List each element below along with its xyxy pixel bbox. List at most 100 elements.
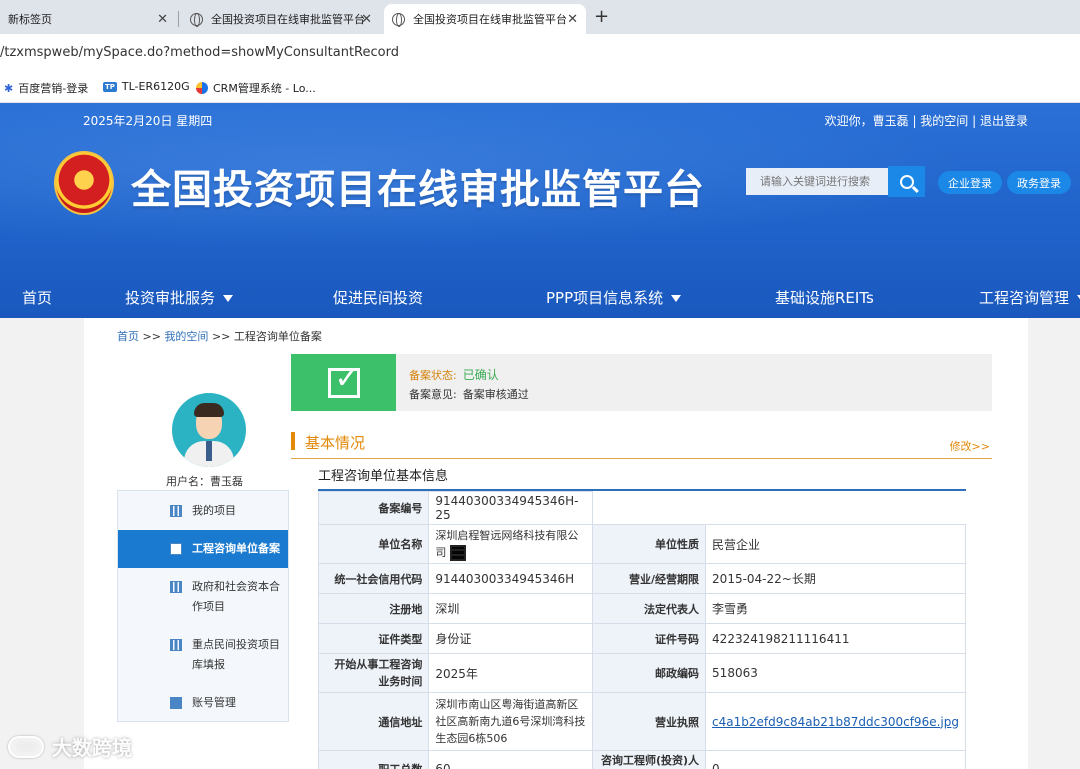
cell-value: 0	[705, 750, 966, 769]
cell-label: 注册地	[317, 593, 430, 624]
avatar-tie	[206, 441, 212, 461]
header-user-links: 欢迎你，曹玉磊 | 我的空间 | 退出登录	[824, 114, 1028, 128]
nav-home[interactable]: 首页	[22, 287, 52, 308]
status-opinion-label: 备案意见:	[409, 388, 457, 401]
tab-title: 新标签页	[8, 13, 52, 26]
table-row: 单位名称 深圳启程智远网络科技有限公司 单位性质 民营企业	[317, 524, 966, 564]
gov-login-button[interactable]: 政务登录	[1007, 171, 1071, 194]
sidemenu-ppp[interactable]: 政府和社会资本合作项目	[118, 575, 288, 619]
breadcrumb-space[interactable]: 我的空间	[164, 330, 208, 343]
cell-label: 开始从事工程咨询业务时间	[317, 653, 430, 693]
nav-label: PPP项目信息系统	[546, 289, 664, 307]
cell-value: 李雪勇	[705, 593, 966, 624]
bookmark-label: 百度营销-登录	[18, 82, 89, 95]
sidemenu-label: 工程咨询单位备案	[192, 542, 280, 555]
enterprise-login-button[interactable]: 企业登录	[938, 171, 1002, 194]
national-emblem-logo	[54, 151, 114, 215]
sidemenu-account[interactable]: 账号管理	[118, 691, 288, 715]
sidemenu-label: 我的项目	[192, 504, 236, 517]
browser-tab-bar: 新标签页 ✕ 全国投资项目在线审批监管平台 ✕ 全国投资项目在线审批监管平台 ✕…	[0, 0, 1080, 34]
section-header: 基本情况 修改>>	[291, 432, 992, 459]
browser-tab-platform-1[interactable]: 全国投资项目在线审批监管平台 ✕	[182, 4, 380, 34]
close-icon[interactable]: ✕	[361, 12, 372, 27]
sidemenu-private-investment[interactable]: 重点民间投资项目库填报	[118, 633, 288, 677]
grid-icon	[170, 505, 182, 517]
status-opinion-value: 备案审核通过	[462, 388, 529, 401]
new-tab-icon[interactable]: +	[594, 6, 609, 27]
cell-empty	[592, 491, 966, 525]
watermark: ◌◌ 大数跨境	[8, 732, 132, 761]
welcome-text: 欢迎你，曹玉磊	[824, 114, 909, 128]
breadcrumb-home[interactable]: 首页	[117, 330, 139, 343]
nav-private-investment[interactable]: 促进民间投资	[333, 287, 423, 308]
bookmark-crm[interactable]: CRM管理系统 - Lo...	[196, 80, 316, 96]
table-row: 备案编号 91440300334945346H-25	[317, 491, 966, 525]
cell-value: 60	[428, 750, 594, 769]
avatar-hair	[194, 403, 224, 417]
status-state-value: 已确认	[462, 368, 499, 382]
browser-tab-newtab[interactable]: 新标签页 ✕	[0, 4, 176, 34]
cell-value: 91440300334945346H-25	[428, 491, 594, 525]
cell-label: 邮政编码	[592, 653, 707, 693]
edit-link[interactable]: 修改>>	[950, 438, 990, 454]
close-icon[interactable]: ✕	[157, 12, 168, 27]
tab-title: 全国投资项目在线审批监管平台	[211, 13, 365, 26]
cell-value: 深圳市南山区粤海街道高新区社区高新南九道6号深圳湾科技生态园6栋506	[428, 692, 594, 751]
cell-value: 2025年	[428, 653, 594, 693]
search-icon	[899, 174, 914, 189]
table-row: 职工总数 60 咨询工程师(投资)人数 0	[317, 750, 966, 769]
cell-value: 深圳启程智远网络科技有限公司	[428, 524, 594, 564]
breadcrumb-sep: >>	[142, 330, 161, 343]
nav-investment-approval[interactable]: 投资审批服务	[125, 287, 234, 308]
sidemenu-my-projects[interactable]: 我的项目	[118, 499, 288, 523]
bookmark-tplink[interactable]: TP TL-ER6120G	[103, 80, 190, 93]
nav-reits[interactable]: 基础设施REITs	[775, 287, 874, 308]
cell-label: 法定代表人	[592, 593, 707, 624]
nav-label: 促进民间投资	[333, 289, 424, 307]
bookmark-label: TL-ER6120G	[121, 80, 190, 93]
cell-value: 518063	[705, 653, 966, 693]
tab-divider	[178, 11, 179, 27]
qr-code-icon[interactable]	[450, 545, 467, 561]
search-button[interactable]	[888, 166, 925, 197]
globe-icon	[392, 12, 405, 27]
table-row: 开始从事工程咨询业务时间 2025年 邮政编码 518063	[317, 653, 966, 693]
cell-label: 单位名称	[317, 524, 430, 564]
status-state: 备案状态: 已确认	[409, 366, 499, 383]
my-space-link[interactable]: 我的空间	[920, 114, 968, 128]
nav-ppp[interactable]: PPP项目信息系统	[546, 287, 682, 308]
site-header: 2025年2月20日 星期四 欢迎你，曹玉磊 | 我的空间 | 退出登录 全国投…	[0, 103, 1080, 318]
table-row: 注册地 深圳 法定代表人 李雪勇	[317, 593, 966, 624]
table-subtitle: 工程咨询单位基本信息	[318, 465, 966, 491]
license-file-link[interactable]: c4a1b2efd9c84ab21b87ddc300cf96e.jpg	[712, 715, 959, 729]
status-state-label: 备案状态:	[409, 369, 457, 382]
side-menu: 我的项目 工程咨询单位备案 政府和社会资本合作项目 重点民间投资项目库填报 账号…	[117, 490, 289, 722]
close-icon[interactable]: ✕	[567, 12, 578, 27]
search-input[interactable]	[746, 168, 888, 195]
table-row: 通信地址 深圳市南山区粤海街道高新区社区高新南九道6号深圳湾科技生态园6栋506…	[317, 692, 966, 751]
cell-label: 统一社会信用代码	[317, 563, 430, 594]
cell-label: 咨询工程师(投资)人数	[592, 750, 707, 769]
address-url[interactable]: /tzxmspweb/mySpace.do?method=showMyConsu…	[0, 45, 399, 60]
sidemenu-consulting-record[interactable]: 工程咨询单位备案	[118, 530, 288, 568]
breadcrumb: 首页 >> 我的空间 >> 工程咨询单位备案	[117, 328, 322, 344]
grid-icon	[170, 639, 182, 651]
site-title: 全国投资项目在线审批监管平台	[131, 167, 705, 213]
section-title: 基本情况	[305, 434, 366, 452]
cell-value: c4a1b2efd9c84ab21b87ddc300cf96e.jpg	[705, 692, 966, 751]
section-accent-bar	[291, 432, 295, 450]
cell-value: 身份证	[428, 623, 594, 654]
status-indicator	[291, 354, 396, 411]
address-bar[interactable]: /tzxmspweb/mySpace.do?method=showMyConsu…	[0, 34, 1080, 72]
bookmark-baidu[interactable]: ✱ 百度营销-登录	[4, 80, 88, 96]
nav-consulting[interactable]: 工程咨询管理	[979, 287, 1080, 308]
cell-label: 备案编号	[317, 491, 430, 525]
basic-info-table: 备案编号 91440300334945346H-25 单位名称 深圳启程智远网络…	[317, 491, 966, 769]
caret-down-icon	[671, 295, 682, 302]
globe-icon	[190, 12, 203, 27]
browser-tab-platform-2[interactable]: 全国投资项目在线审批监管平台 ✕	[384, 4, 586, 34]
cell-label: 证件类型	[317, 623, 430, 654]
logout-link[interactable]: 退出登录	[980, 114, 1028, 128]
breadcrumb-sep: >>	[211, 330, 231, 343]
sidemenu-label: 重点民间投资项目库填报	[192, 638, 280, 671]
